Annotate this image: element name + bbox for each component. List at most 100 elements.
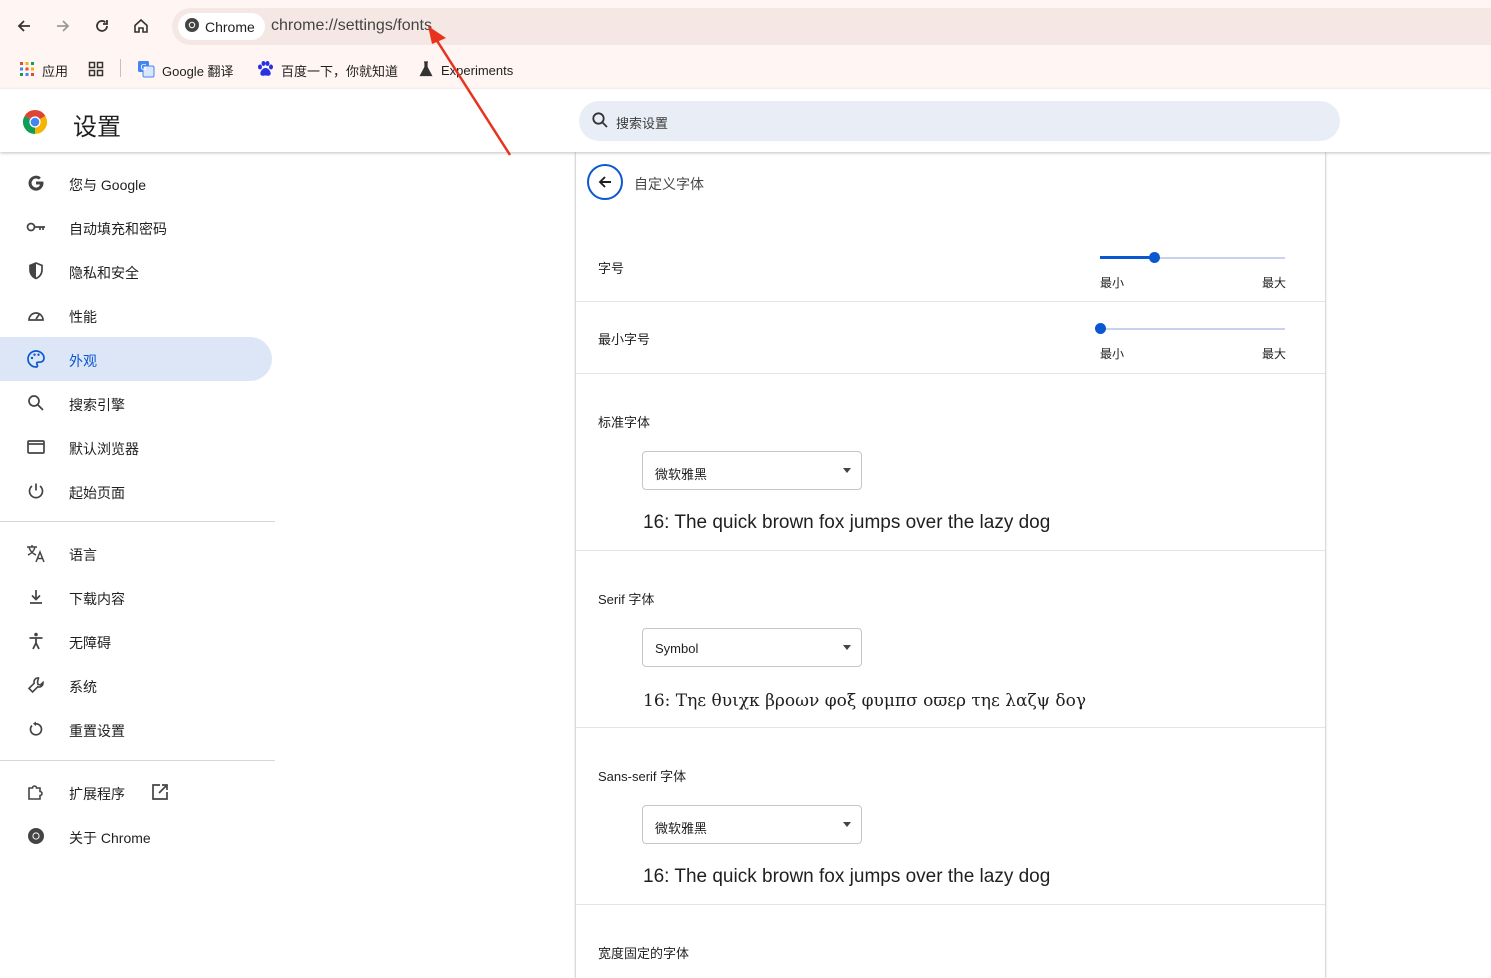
chrome-logo-icon — [184, 17, 200, 36]
bookmark-label: Google 翻译 — [162, 63, 234, 79]
serif-font-select[interactable]: Symbol — [642, 628, 862, 667]
min-font-size-slider[interactable]: 最小 最大 — [1095, 323, 1286, 363]
sidebar-item-performance[interactable]: 性能 — [0, 293, 272, 337]
sidebar-item-system[interactable]: 系统 — [0, 663, 272, 707]
sidebar-divider — [0, 760, 275, 761]
font-size-slider[interactable]: 最小 最大 — [1096, 252, 1286, 292]
sidebar-item-default-browser[interactable]: 默认浏览器 — [0, 425, 272, 469]
bookmarks-bar: 应用 G Google 翻译 百度一下，你就知道 Experiments — [0, 52, 1491, 89]
back-arrow-icon[interactable] — [10, 12, 38, 40]
bookmark-label: 应用 — [42, 63, 69, 79]
bookmark-baidu[interactable]: 百度一下，你就知道 — [256, 58, 398, 82]
search-placeholder: 搜索设置 — [616, 116, 669, 131]
sidebar-item-about-chrome[interactable]: 关于 Chrome — [0, 814, 272, 858]
settings-sidebar: 您与 Google 自动填充和密码 隐私和安全 性能 外观 搜索引擎 默认浏览器 — [0, 152, 275, 978]
translate-icon — [25, 542, 47, 564]
select-value: 微软雅黑 — [655, 821, 708, 836]
browser-toolbar: Chrome chrome://settings/fonts — [0, 0, 1491, 52]
google-g-icon — [25, 172, 47, 194]
sidebar-item-search-engine[interactable]: 搜索引擎 — [0, 381, 272, 425]
dropdown-caret-icon — [843, 822, 851, 827]
dropdown-caret-icon — [843, 468, 851, 473]
row-divider — [576, 727, 1325, 728]
slider-track — [1100, 328, 1285, 330]
standard-font-select[interactable]: 微软雅黑 — [642, 451, 862, 490]
address-text[interactable]: chrome://settings/fonts — [271, 17, 432, 35]
shield-icon — [25, 260, 47, 282]
sidebar-item-you-and-google[interactable]: 您与 Google — [0, 161, 272, 205]
sidebar-item-on-startup[interactable]: 起始页面 — [0, 469, 272, 513]
site-chip[interactable]: Chrome — [178, 13, 265, 40]
select-value: Symbol — [655, 641, 699, 656]
sidebar-item-languages[interactable]: 语言 — [0, 531, 272, 575]
settings-header: 设置 搜索设置 — [0, 89, 1491, 152]
sidebar-item-privacy[interactable]: 隐私和安全 — [0, 249, 272, 293]
sidebar-item-reset[interactable]: 重置设置 — [0, 707, 272, 751]
wrench-icon — [25, 674, 47, 696]
chrome-logo-icon — [25, 825, 47, 847]
reload-icon[interactable] — [88, 12, 116, 40]
subpage-heading: 自定义字体 — [634, 176, 704, 192]
slider-thumb[interactable] — [1148, 252, 1160, 263]
baidu-paw-icon — [256, 60, 274, 81]
fixed-width-font-label: 宽度固定的字体 — [598, 946, 690, 961]
bookmark-label: Experiments — [441, 62, 514, 78]
browser-window-icon — [25, 436, 47, 458]
slider-min-label: 最小 — [1100, 347, 1125, 361]
sans-serif-font-select[interactable]: 微软雅黑 — [642, 805, 862, 844]
row-divider — [576, 550, 1325, 551]
chrome-logo-icon — [22, 109, 48, 135]
slider-fill — [1100, 256, 1154, 259]
font-size-label: 字号 — [598, 261, 625, 276]
forward-arrow-icon[interactable] — [49, 12, 77, 40]
bookmark-separator — [120, 59, 121, 77]
select-value: 微软雅黑 — [655, 467, 708, 482]
min-font-size-label: 最小字号 — [598, 332, 651, 347]
standard-font-sample: 16: The quick brown fox jumps over the l… — [643, 512, 1051, 533]
slider-thumb[interactable] — [1095, 323, 1106, 334]
search-icon — [591, 111, 609, 134]
screen: Chrome chrome://settings/fonts 应用 G Goog… — [0, 0, 1491, 978]
svg-text:G: G — [141, 63, 147, 72]
download-icon — [25, 586, 47, 608]
tab-groups-icon — [88, 61, 104, 80]
row-divider — [576, 904, 1325, 905]
slider-max-label: 最大 — [1261, 276, 1286, 290]
bookmark-apps[interactable]: 应用 — [19, 58, 68, 82]
bookmark-label: 百度一下，你就知道 — [281, 63, 399, 79]
flask-icon — [418, 60, 434, 80]
sidebar-item-downloads[interactable]: 下载内容 — [0, 575, 272, 619]
sidebar-item-autofill[interactable]: 自动填充和密码 — [0, 205, 272, 249]
search-settings-input[interactable]: 搜索设置 — [579, 101, 1340, 141]
dropdown-caret-icon — [843, 645, 851, 650]
sidebar-item-accessibility[interactable]: 无障碍 — [0, 619, 272, 663]
home-icon[interactable] — [127, 12, 155, 40]
bookmark-experiments[interactable]: Experiments — [418, 58, 513, 82]
serif-font-sample: 16: Τηε θυιχκ βροων φοξ φυμπσ οϖερ τηε λ… — [643, 691, 1087, 711]
key-icon — [25, 216, 47, 238]
sidebar-divider — [0, 521, 275, 522]
standard-font-label: 标准字体 — [598, 415, 651, 430]
bookmark-google-translate[interactable]: G Google 翻译 — [137, 58, 234, 82]
reset-icon — [25, 718, 47, 740]
power-icon — [25, 480, 47, 502]
page-title: 设置 — [73, 114, 121, 141]
sidebar-item-extensions[interactable]: 扩展程序 — [0, 770, 272, 814]
apps-grid-icon — [19, 61, 35, 80]
speedometer-icon — [25, 304, 47, 326]
slider-max-label: 最大 — [1261, 347, 1286, 361]
fonts-settings-card: 自定义字体 字号 最小 最大 最小字号 最小 最大 标准字体 微软雅黑 16: … — [576, 152, 1325, 978]
sidebar-item-appearance[interactable]: 外观 — [0, 337, 272, 381]
sans-serif-font-sample: 16: The quick brown fox jumps over the l… — [643, 866, 1051, 887]
open-in-new-icon — [150, 782, 170, 807]
back-button[interactable] — [587, 164, 623, 200]
palette-icon — [25, 348, 47, 370]
bookmark-tab-groups[interactable] — [88, 58, 104, 82]
omnibox[interactable]: Chrome chrome://settings/fonts — [172, 8, 1491, 45]
row-divider — [576, 301, 1325, 302]
accessibility-icon — [25, 630, 47, 652]
google-translate-icon: G — [137, 60, 155, 81]
site-chip-label: Chrome — [205, 18, 255, 35]
row-divider — [576, 373, 1325, 374]
arrow-left-icon — [598, 176, 611, 188]
